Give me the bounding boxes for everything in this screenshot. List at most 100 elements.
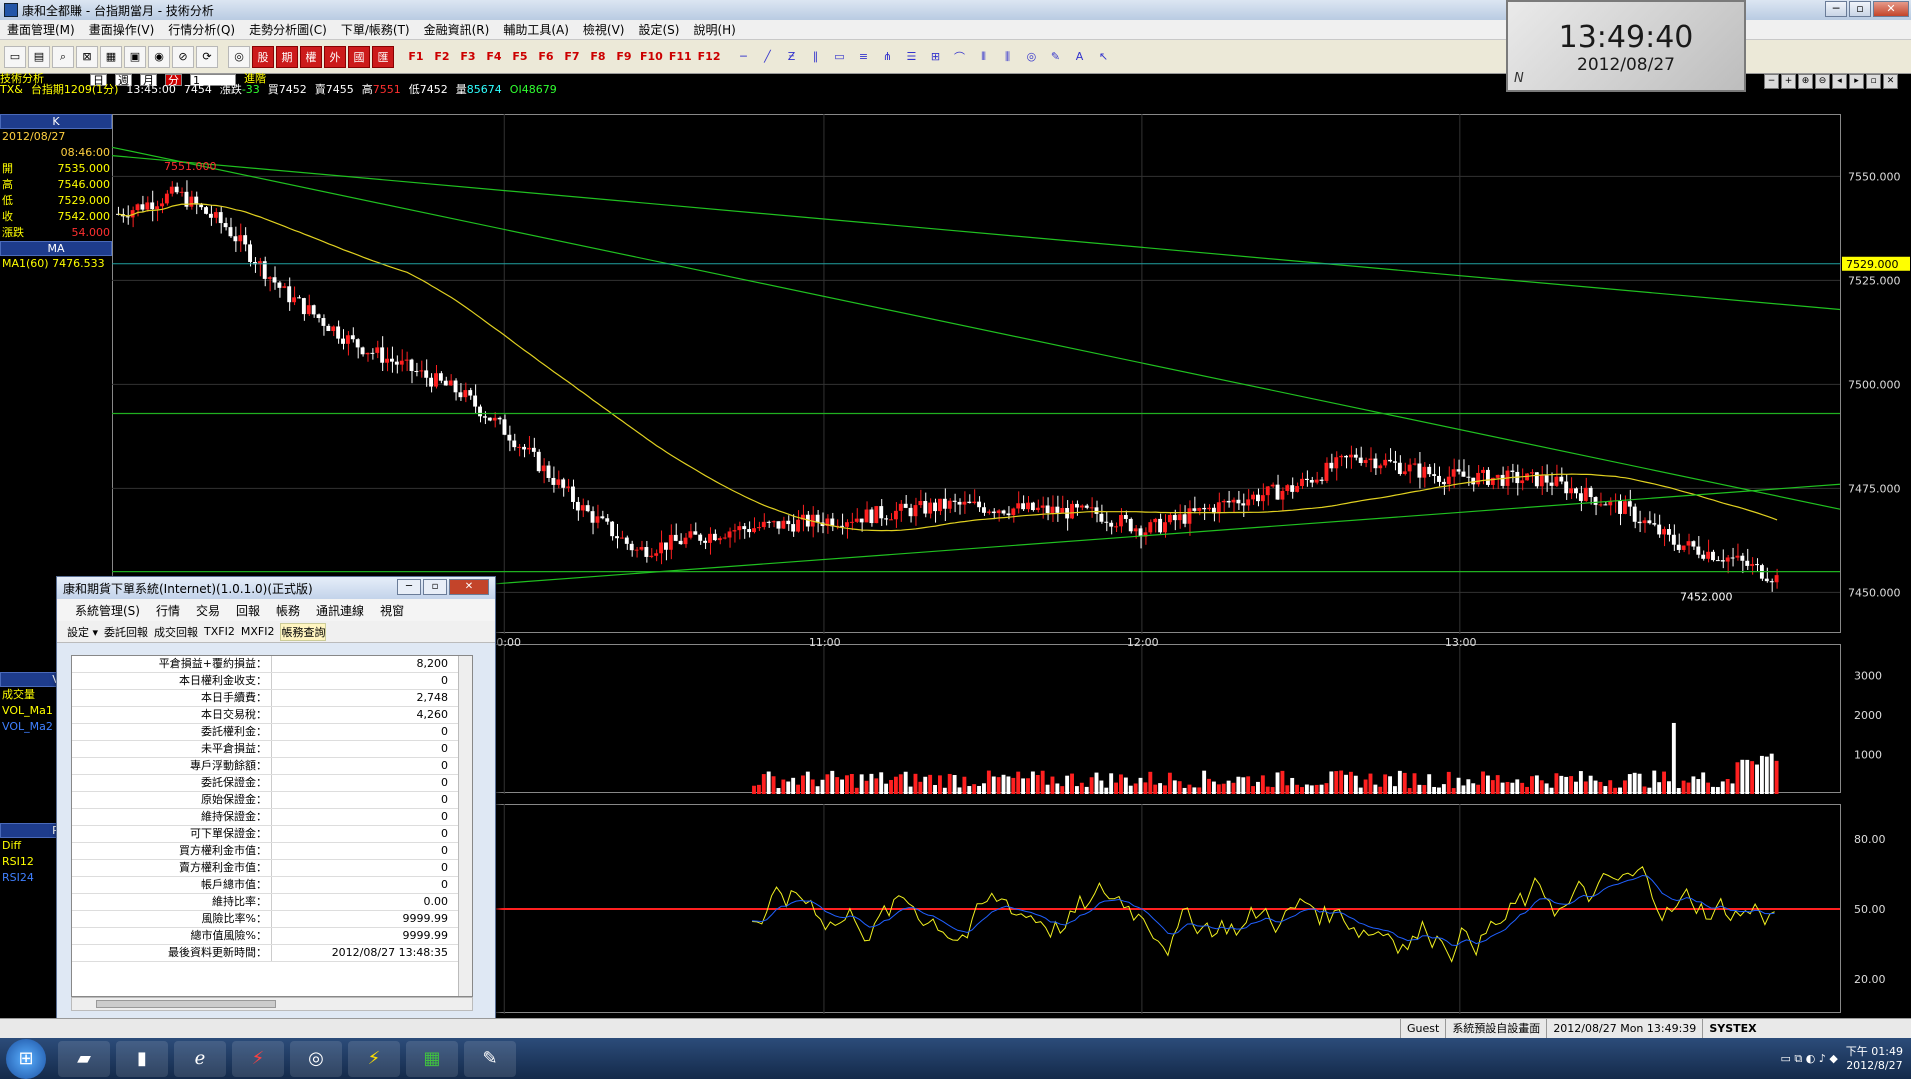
options-button[interactable]: 權 — [300, 45, 322, 68]
ie-icon[interactable]: ℯ — [174, 1040, 226, 1077]
zigzag-tool-icon[interactable]: Ƶ — [780, 46, 802, 68]
dialog-minimize-button[interactable]: ─ — [397, 579, 421, 595]
fill-report-button[interactable]: 成交回報 — [154, 624, 198, 640]
search-icon[interactable]: ⌕ — [52, 45, 74, 68]
line-tool-icon[interactable]: ─ — [732, 46, 754, 68]
tray-icons[interactable]: ▭ ⧉ ◐ ♪ ◆ — [1780, 1052, 1837, 1066]
flash-app-icon[interactable]: ⚡ — [232, 1040, 284, 1077]
menu-item[interactable]: 畫面管理(M) — [0, 21, 82, 38]
refresh-icon[interactable]: ⟳ — [196, 45, 218, 68]
candle-body — [1618, 500, 1622, 514]
dialog-menu-item[interactable]: 交易 — [188, 602, 228, 619]
concord-icon[interactable]: ◎ — [228, 45, 250, 68]
notes-icon[interactable]: ▮ — [116, 1040, 168, 1077]
fan-tool-icon[interactable]: ⋔ — [876, 46, 898, 68]
f3-key[interactable]: F3 — [456, 46, 480, 68]
f9-key[interactable]: F9 — [612, 46, 636, 68]
screen-icon[interactable]: ▭ — [4, 45, 26, 68]
low-value: 7452 — [419, 83, 448, 96]
menu-item[interactable]: 檢視(V) — [576, 21, 632, 38]
minimize-button[interactable]: ─ — [1825, 1, 1847, 17]
trading-app-icon[interactable]: ⚡ — [348, 1040, 400, 1077]
menu-item[interactable]: 走勢分析圖(C) — [242, 21, 334, 38]
gann-tool-icon[interactable]: ⊞ — [924, 46, 946, 68]
stock-button[interactable]: 股 — [252, 45, 274, 68]
rect-tool-icon[interactable]: ▭ — [828, 46, 850, 68]
cycle-tool-icon[interactable]: ⦀ — [972, 46, 994, 68]
f1-key[interactable]: F1 — [404, 46, 428, 68]
foreign-button[interactable]: 外 — [324, 45, 346, 68]
k-header[interactable]: K — [0, 114, 112, 129]
f6-key[interactable]: F6 — [534, 46, 558, 68]
channel-tool-icon[interactable]: ☰ — [900, 46, 922, 68]
f11-key[interactable]: F11 — [667, 46, 694, 68]
paint-icon[interactable]: ✎ — [464, 1040, 516, 1077]
pointer-tool-icon[interactable]: ↖ — [1092, 46, 1114, 68]
minus-icon[interactable]: − — [1764, 74, 1779, 89]
vertical-scrollbar[interactable] — [458, 656, 472, 996]
account-row: 本日權利金收支： 0 — [72, 673, 472, 690]
dialog-menu-item[interactable]: 視窗 — [372, 602, 412, 619]
fib-tool-icon[interactable]: ≡ — [852, 46, 874, 68]
concord-app-icon[interactable]: ◎ — [290, 1040, 342, 1077]
settings-dropdown[interactable]: 設定 ▾ — [67, 624, 98, 640]
f7-key[interactable]: F7 — [560, 46, 584, 68]
prev-icon[interactable]: ◂ — [1832, 74, 1847, 89]
circle-tool-icon[interactable]: ◎ — [1020, 46, 1042, 68]
arc-tool-icon[interactable]: ⌒ — [948, 46, 970, 68]
parallel-tool-icon[interactable]: ∥ — [804, 46, 826, 68]
dialog-menu-item[interactable]: 行情 — [148, 602, 188, 619]
text-tool-icon[interactable]: A — [1068, 46, 1090, 68]
zoom-in-icon[interactable]: ⊕ — [1798, 74, 1813, 89]
f2-key[interactable]: F2 — [430, 46, 454, 68]
bars-tool-icon[interactable]: ⫼ — [996, 46, 1018, 68]
restore-icon[interactable]: ▫ — [1866, 74, 1881, 89]
mxf-button[interactable]: MXFI2 — [241, 625, 275, 638]
pencil-tool-icon[interactable]: ✎ — [1044, 46, 1066, 68]
ma-header[interactable]: MA — [0, 241, 112, 256]
windows-start-icon[interactable]: ⊞ — [6, 1038, 46, 1079]
excel-icon[interactable]: ▦ — [406, 1040, 458, 1077]
dialog-menu-item[interactable]: 回報 — [228, 602, 268, 619]
intl-button[interactable]: 國 — [348, 45, 370, 68]
layout-icon[interactable]: ▤ — [28, 45, 50, 68]
candle-body — [566, 486, 571, 488]
next-icon[interactable]: ▸ — [1849, 74, 1864, 89]
fx-button[interactable]: 匯 — [372, 45, 394, 68]
trendline-tool-icon[interactable]: ╱ — [756, 46, 778, 68]
txf-button[interactable]: TXFI2 — [204, 625, 235, 638]
menu-item[interactable]: 下單/帳務(T) — [334, 21, 417, 38]
coin-icon[interactable]: ◉ — [148, 45, 170, 68]
menu-item[interactable]: 設定(S) — [631, 21, 686, 38]
account-query-button[interactable]: 帳務查詢 — [280, 622, 327, 641]
grid-icon[interactable]: ▦ — [100, 45, 122, 68]
futures-button[interactable]: 期 — [276, 45, 298, 68]
window-close-icon[interactable]: ✕ — [1883, 74, 1898, 89]
candle-body — [1569, 488, 1574, 494]
zoom-out-icon[interactable]: ⊖ — [1815, 74, 1830, 89]
menu-item[interactable]: 畫面操作(V) — [82, 21, 162, 38]
menu-item[interactable]: 說明(H) — [686, 21, 742, 38]
f5-key[interactable]: F5 — [508, 46, 532, 68]
dialog-menu-item[interactable]: 系統管理(S) — [67, 602, 148, 619]
close-window-icon[interactable]: ⊠ — [76, 45, 98, 68]
menu-item[interactable]: 金融資訊(R) — [417, 21, 497, 38]
window-icon[interactable]: ▣ — [124, 45, 146, 68]
dialog-menu-item[interactable]: 通訊連線 — [308, 602, 372, 619]
dialog-maximize-button[interactable]: ▫ — [423, 579, 447, 595]
f12-key[interactable]: F12 — [696, 46, 723, 68]
plus-icon[interactable]: + — [1781, 74, 1796, 89]
order-report-button[interactable]: 委託回報 — [104, 624, 148, 640]
link-icon[interactable]: ⊘ — [172, 45, 194, 68]
dialog-menu-item[interactable]: 帳務 — [268, 602, 308, 619]
close-button[interactable]: ✕ — [1873, 1, 1909, 17]
maximize-button[interactable]: ▫ — [1849, 1, 1871, 17]
folder-icon[interactable]: ▰ — [58, 1040, 110, 1077]
f4-key[interactable]: F4 — [482, 46, 506, 68]
f10-key[interactable]: F10 — [638, 46, 665, 68]
horizontal-scrollbar[interactable] — [71, 997, 473, 1011]
dialog-close-button[interactable]: ✕ — [449, 579, 489, 595]
f8-key[interactable]: F8 — [586, 46, 610, 68]
menu-item[interactable]: 輔助工具(A) — [496, 21, 576, 38]
menu-item[interactable]: 行情分析(Q) — [161, 21, 242, 38]
